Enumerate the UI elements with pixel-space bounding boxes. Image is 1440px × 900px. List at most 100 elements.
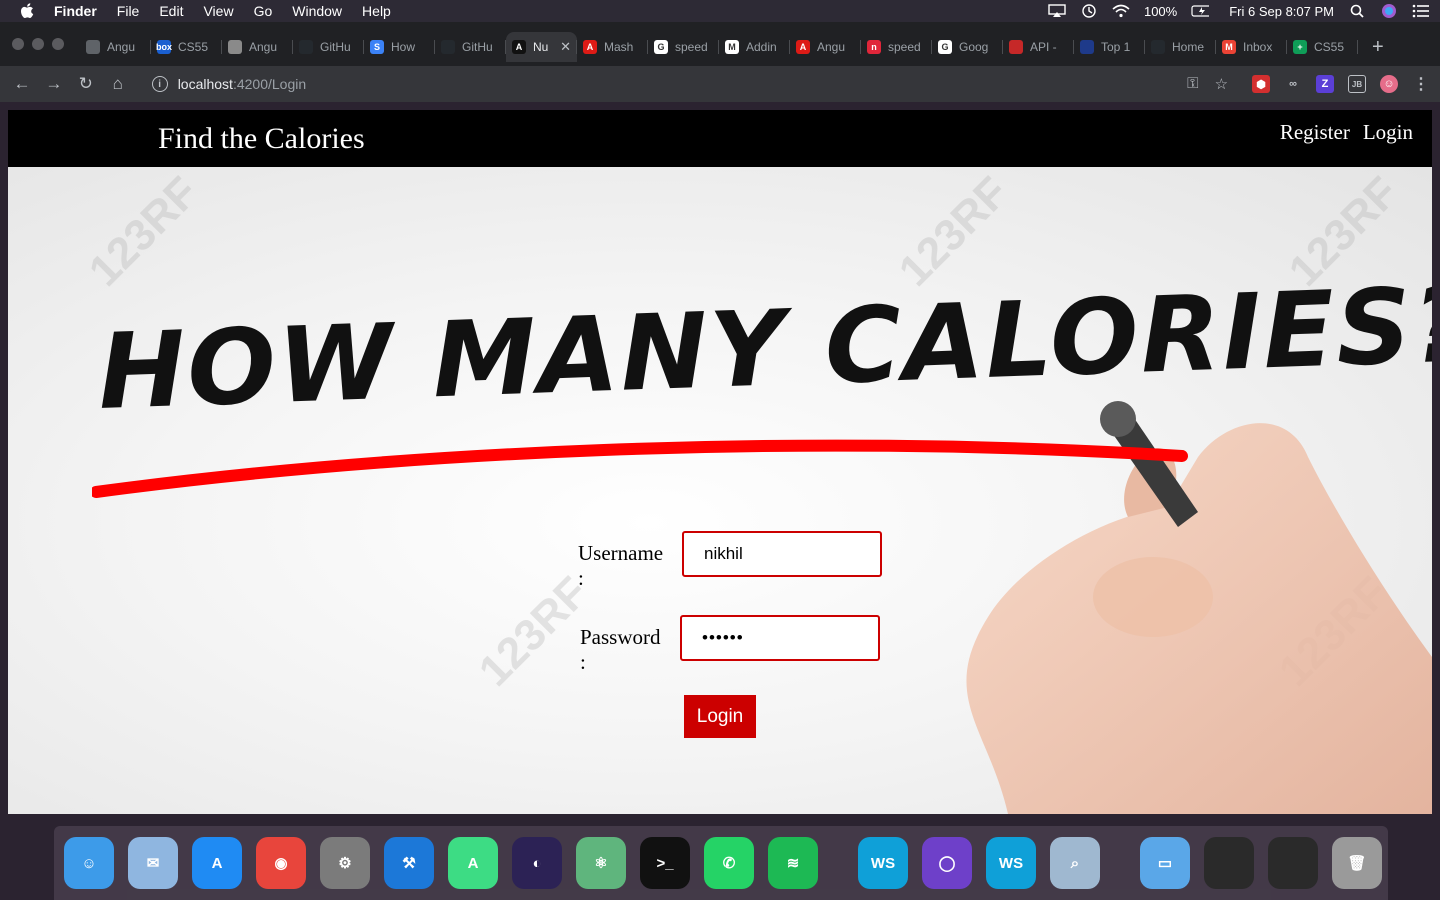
key-icon[interactable]: ⚿ [1187, 75, 1198, 93]
dock-trash-icon[interactable]: 🗑 [1332, 837, 1382, 889]
dock-spotify-icon[interactable]: ≋ [768, 837, 818, 889]
extension-shield-icon[interactable]: ⬢ [1252, 75, 1271, 93]
extension-infinity-icon[interactable]: ∞ [1284, 75, 1302, 93]
home-icon[interactable]: ⌂ [106, 72, 130, 96]
maximize-window-icon[interactable] [52, 38, 64, 50]
tab-favicon-icon [86, 40, 100, 54]
browser-tab[interactable]: GitHu [435, 32, 506, 62]
new-tab-icon[interactable]: + [1372, 32, 1384, 62]
tab-label: GitHu [320, 40, 351, 54]
menu-view[interactable]: View [203, 3, 233, 19]
browser-tab[interactable]: GitHu [293, 32, 364, 62]
tab-label: API - [1030, 40, 1057, 54]
dock-mail-icon[interactable]: ✉ [128, 837, 178, 889]
dock-webstorm-icon[interactable]: WS [858, 837, 908, 889]
app-brand[interactable]: Find the Calories [158, 122, 365, 156]
menu-go[interactable]: Go [254, 3, 273, 19]
extension-z-icon[interactable]: Z [1316, 75, 1335, 93]
browser-tab[interactable]: box CS55 [151, 32, 222, 62]
dock-webstorm-2-icon[interactable]: WS [986, 837, 1036, 889]
minimize-window-icon[interactable] [32, 38, 44, 50]
dock-eclipse-icon[interactable]: ◐ [512, 837, 562, 889]
menu-help[interactable]: Help [362, 3, 391, 19]
browser-tab[interactable]: S How [364, 32, 435, 62]
clock[interactable]: Fri 6 Sep 8:07 PM [1229, 4, 1334, 19]
bookmark-star-icon[interactable]: ☆ [1215, 75, 1228, 93]
tab-label: Angu [817, 40, 846, 54]
dock-finder-icon[interactable]: ☺ [64, 837, 114, 889]
forward-arrow-icon[interactable]: → [42, 72, 66, 96]
username-input[interactable]: nikhil [682, 531, 882, 577]
menu-edit[interactable]: Edit [159, 3, 183, 19]
browser-tab[interactable]: A Mash [577, 32, 648, 62]
tab-favicon-icon [228, 40, 242, 54]
menu-finder[interactable]: Finder [54, 3, 97, 19]
profile-avatar[interactable]: ☺ [1380, 75, 1399, 93]
dock-app-store-icon[interactable]: A [192, 837, 242, 889]
app-navbar: Find the Calories Register Login [8, 110, 1432, 167]
browser-tab[interactable]: M Addin [719, 32, 790, 62]
dock-window-2-icon[interactable] [1268, 837, 1318, 889]
browser-tab[interactable]: + CS55 [1287, 32, 1358, 62]
siri-icon[interactable] [1380, 4, 1398, 18]
browser-tab[interactable]: n speed [861, 32, 932, 62]
wifi-icon[interactable] [1112, 4, 1130, 18]
dock-downloads-folder-icon[interactable]: ▭ [1140, 837, 1190, 889]
dock-xcode-icon[interactable]: ⚒ [384, 837, 434, 889]
dock-chrome-icon[interactable]: ◉ [256, 837, 306, 889]
register-link[interactable]: Register [1280, 120, 1350, 145]
tab-favicon-icon [441, 40, 455, 54]
address-bar[interactable]: i localhost:4200/Login ⚿ ☆ [151, 70, 1228, 98]
tab-label: Addin [746, 40, 777, 54]
dock-system-preferences-icon[interactable]: ⚙ [320, 837, 370, 889]
browser-tab[interactable]: Angu [222, 32, 293, 62]
tab-label: How [391, 40, 416, 54]
tab-favicon-icon: G [938, 40, 952, 54]
login-button[interactable]: Login [684, 695, 756, 738]
close-window-icon[interactable] [12, 38, 24, 50]
chrome-menu-icon[interactable]: ⋮ [1412, 75, 1430, 93]
tab-favicon-icon: M [1222, 40, 1236, 54]
tab-label: Goog [959, 40, 989, 54]
browser-tab[interactable]: G Goog [932, 32, 1003, 62]
close-tab-icon[interactable]: ✕ [560, 39, 571, 55]
browser-tab[interactable]: Top 1 [1074, 32, 1145, 62]
browser-tab[interactable]: A Nu ✕ [506, 32, 577, 62]
site-info-icon[interactable]: i [151, 76, 168, 92]
dock-whatsapp-icon[interactable]: ✆ [704, 837, 754, 889]
battery-icon[interactable] [1191, 4, 1210, 18]
browser-tab[interactable]: M Inbox [1216, 32, 1287, 62]
browser-tab[interactable]: API - [1003, 32, 1074, 62]
dock-atom-icon[interactable]: ⚛ [576, 837, 626, 889]
dock-terminal-icon[interactable]: >_ [640, 837, 690, 889]
menu-window[interactable]: Window [292, 3, 342, 19]
extension-jb-icon[interactable]: JB [1348, 75, 1367, 93]
browser-tab[interactable]: Gspeed [648, 32, 719, 62]
notification-center-icon[interactable] [1412, 4, 1430, 18]
dock-android-studio-icon[interactable]: A [448, 837, 498, 889]
tab-favicon-icon: S [370, 40, 384, 54]
url-path: :4200/Login [232, 76, 307, 92]
tabs: Angu box CS55 Angu GitHu S How GitHu A Nu ✕ A Mash Gs… [80, 32, 1384, 62]
apple-icon[interactable] [20, 3, 34, 19]
tab-label: speed [675, 40, 708, 54]
airplay-icon[interactable] [1048, 4, 1066, 18]
menu-file[interactable]: File [117, 3, 140, 19]
tab-favicon-icon [1080, 40, 1094, 54]
browser-tab[interactable]: Angu [80, 32, 151, 62]
dock-window-1-icon[interactable] [1204, 837, 1254, 889]
tab-label: CS55 [1314, 40, 1345, 54]
dock-preview-icon[interactable]: ⌕ [1050, 837, 1100, 889]
browser-tab[interactable]: Home [1145, 32, 1216, 62]
dock-github-desktop-icon[interactable]: ◯ [922, 837, 972, 889]
tab-label: Mash [604, 40, 634, 54]
tab-favicon-icon: G [654, 40, 668, 54]
password-input[interactable]: •••••• [680, 615, 880, 661]
spotlight-icon[interactable] [1348, 4, 1366, 18]
browser-tab[interactable]: A Angu [790, 32, 861, 62]
login-link[interactable]: Login [1363, 120, 1413, 145]
tab-favicon-icon: A [796, 40, 810, 54]
time-machine-icon[interactable] [1080, 4, 1098, 18]
reload-icon[interactable]: ↻ [74, 72, 98, 96]
back-arrow-icon[interactable]: ← [10, 72, 34, 96]
